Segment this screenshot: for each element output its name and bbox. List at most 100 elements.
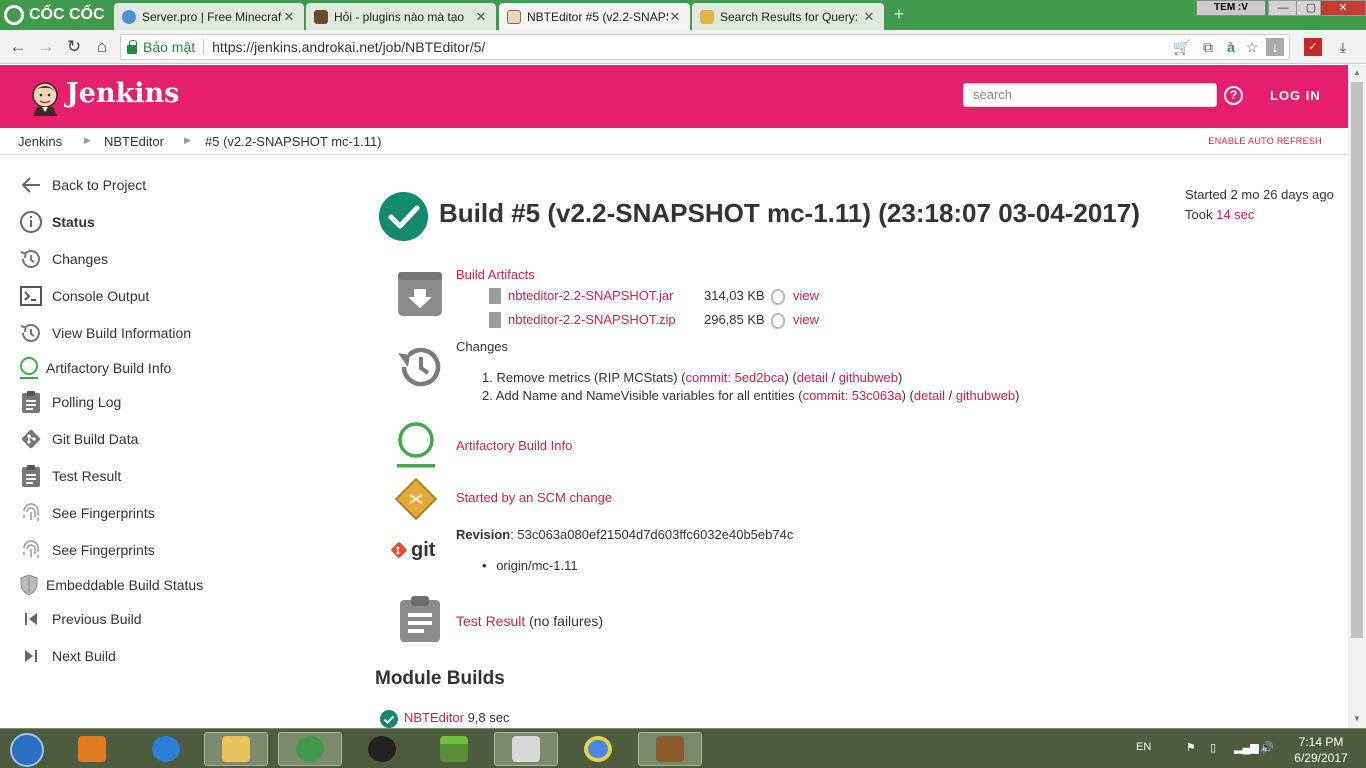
media-player-icon[interactable] xyxy=(60,732,124,766)
sidebar-item-polling-log[interactable]: Polling Log xyxy=(18,388,121,416)
close-tab-icon[interactable]: ✕ xyxy=(862,9,876,25)
sidebar-item-label: Test Result xyxy=(52,468,122,484)
tab-nbteditor[interactable]: NBTEditor #5 (v2.2-SNAPS ✕ xyxy=(499,3,690,30)
close-tab-icon[interactable]: ✕ xyxy=(668,9,682,25)
sidebar-item-label: Next Build xyxy=(52,648,116,664)
githubweb-link[interactable]: githubweb xyxy=(956,388,1015,403)
window-user-badge[interactable]: TEM :V xyxy=(1196,0,1266,16)
git-icon xyxy=(18,426,44,452)
sidebar-item-git-build-data[interactable]: Git Build Data xyxy=(18,425,138,453)
paint-icon[interactable] xyxy=(494,732,558,766)
new-tab-icon[interactable]: + xyxy=(890,5,908,24)
downloads-icon[interactable]: ⤓ xyxy=(1334,38,1352,56)
scroll-down-icon[interactable]: ▼ xyxy=(1350,714,1364,723)
back-icon[interactable]: ← xyxy=(8,37,28,57)
close-window-icon[interactable]: ✕ xyxy=(1320,0,1366,16)
sidebar-item-back-to-project[interactable]: Back to Project xyxy=(18,171,146,199)
commit-link[interactable]: commit: 53c063a xyxy=(803,388,902,403)
artifact-zip-view-link[interactable]: view xyxy=(793,312,819,327)
forward-icon[interactable]: → xyxy=(36,37,56,57)
breadcrumb-arrow-icon[interactable]: ▶ xyxy=(184,135,191,146)
jenkins-butler-logo-icon[interactable] xyxy=(28,80,62,116)
coccoc-browser-icon[interactable] xyxy=(278,732,342,766)
internet-explorer-icon[interactable] xyxy=(134,732,198,766)
module-nbteditor-link[interactable]: NBTEditor xyxy=(404,710,464,725)
scroll-up-icon[interactable]: ▲ xyxy=(1350,68,1364,77)
sidebar-item-status[interactable]: Status xyxy=(18,208,95,236)
chrome-icon[interactable] xyxy=(566,732,630,766)
adblock-icon[interactable]: ✓ xyxy=(1304,38,1322,56)
build-artifacts-link[interactable]: Build Artifacts xyxy=(456,267,535,282)
breadcrumb-arrow-icon[interactable]: ▶ xyxy=(84,135,91,146)
fingerprint-icon[interactable] xyxy=(771,313,785,329)
detail-link[interactable]: detail xyxy=(797,370,828,385)
tab-search-results[interactable]: Search Results for Query: ✕ xyxy=(692,3,884,30)
volume-icon[interactable]: 🔊 xyxy=(1260,741,1274,754)
reload-icon[interactable]: ↻ xyxy=(64,37,84,57)
artifactory-build-info-link[interactable]: Artifactory Build Info xyxy=(456,438,572,453)
help-icon[interactable]: ? xyxy=(1224,86,1243,105)
module-builds-heading: Module Builds xyxy=(375,668,505,689)
minecraft-icon[interactable] xyxy=(422,732,486,766)
minecraft-server-icon[interactable] xyxy=(638,732,702,766)
network-device-icon[interactable]: ▯ xyxy=(1210,741,1216,754)
tab-plugins-question[interactable]: Hỏi - plugins nào mà tạo ✕ xyxy=(306,3,496,30)
detail-link[interactable]: detail xyxy=(914,388,945,403)
took-duration-link[interactable]: 14 sec xyxy=(1216,207,1254,222)
artifact-zip-link[interactable]: nbteditor-2.2-SNAPSHOT.zip xyxy=(508,312,676,327)
sidebar-item-see-fingerprints-2[interactable]: See Fingerprints xyxy=(18,536,155,564)
sidebar-item-console-output[interactable]: Console Output xyxy=(18,282,149,310)
sidebar-item-see-fingerprints[interactable]: See Fingerprints xyxy=(18,499,155,527)
taskbar-clock[interactable]: 7:14 PM 6/29/2017 xyxy=(1288,734,1354,766)
close-tab-icon[interactable]: ✕ xyxy=(282,9,296,25)
video-reel-icon[interactable] xyxy=(350,732,414,766)
coccoc-extension-icon[interactable]: à xyxy=(1222,38,1240,56)
breadcrumb-jenkins[interactable]: Jenkins xyxy=(18,134,62,149)
search-input[interactable]: search xyxy=(963,83,1217,107)
url-text: https://jenkins.androkai.net/job/NBTEdit… xyxy=(212,39,486,55)
clipboard-icon xyxy=(18,463,44,489)
login-link[interactable]: LOG IN xyxy=(1270,88,1321,103)
scrollbar-thumb[interactable] xyxy=(1351,82,1363,638)
sidebar-item-next-build[interactable]: Next Build xyxy=(18,642,116,670)
breadcrumb-nbteditor[interactable]: NBTEditor xyxy=(104,134,164,149)
sidebar-item-label: View Build Information xyxy=(52,325,192,341)
browser-brand[interactable]: CỐC CỐC xyxy=(4,4,105,26)
test-result-link[interactable]: Test Result xyxy=(456,613,525,629)
sidebar-item-previous-build[interactable]: Previous Build xyxy=(18,605,142,633)
download-extension-icon[interactable]: ↓ xyxy=(1266,38,1284,56)
scm-change-link[interactable]: Started by an SCM change xyxy=(456,490,612,505)
bookmark-star-icon[interactable]: ☆ xyxy=(1243,38,1261,56)
shopping-cart-icon[interactable]: 🛒 xyxy=(1173,38,1191,56)
translate-icon[interactable]: ⧉ xyxy=(1199,38,1217,56)
language-indicator[interactable]: EN xyxy=(1136,741,1151,753)
sidebar-item-artifactory-build-info[interactable]: Artifactory Build Info xyxy=(18,354,171,382)
home-icon[interactable]: ⌂ xyxy=(92,37,112,57)
githubweb-link[interactable]: githubweb xyxy=(839,370,898,385)
enable-auto-refresh-link[interactable]: ENABLE AUTO REFRESH xyxy=(1208,136,1322,146)
file-explorer-icon[interactable] xyxy=(204,732,268,766)
module-duration: 9,8 sec xyxy=(463,710,510,725)
success-check-icon xyxy=(380,710,398,728)
fingerprint-icon[interactable] xyxy=(771,289,785,305)
artifact-jar-link[interactable]: nbteditor-2.2-SNAPSHOT.jar xyxy=(508,288,673,303)
jenkins-title[interactable]: Jenkins xyxy=(66,78,179,109)
commit-link[interactable]: commit: 5ed2bca xyxy=(685,370,784,385)
sidebar-item-view-build-information[interactable]: View Build Information xyxy=(18,319,191,347)
windows-start-icon[interactable] xyxy=(10,733,44,767)
clipboard-icon xyxy=(400,596,440,642)
signal-icon[interactable]: ▂▄▆ xyxy=(1234,741,1259,754)
sidebar-item-test-result[interactable]: Test Result xyxy=(18,462,121,490)
breadcrumb-build[interactable]: #5 (v2.2-SNAPSHOT mc-1.11) xyxy=(205,134,382,149)
previous-icon xyxy=(18,606,44,632)
sidebar-item-changes[interactable]: Changes xyxy=(18,245,108,273)
sidebar-item-embeddable-build-status[interactable]: Embeddable Build Status xyxy=(18,571,203,599)
artifact-jar-view-link[interactable]: view xyxy=(793,288,819,303)
url-field[interactable]: Bảo mật https://jenkins.androkai.net/job… xyxy=(120,34,1290,60)
revision-line: Revision: 53c063a080ef21504d7d603ffc6032… xyxy=(456,527,793,542)
minimize-icon[interactable]: — xyxy=(1268,0,1298,16)
action-center-icon[interactable]: ⚑ xyxy=(1186,741,1196,754)
test-result-note: (no failures) xyxy=(525,613,604,629)
close-tab-icon[interactable]: ✕ xyxy=(474,9,488,25)
tab-server-pro[interactable]: Server.pro | Free Minecraft ✕ xyxy=(114,3,304,30)
